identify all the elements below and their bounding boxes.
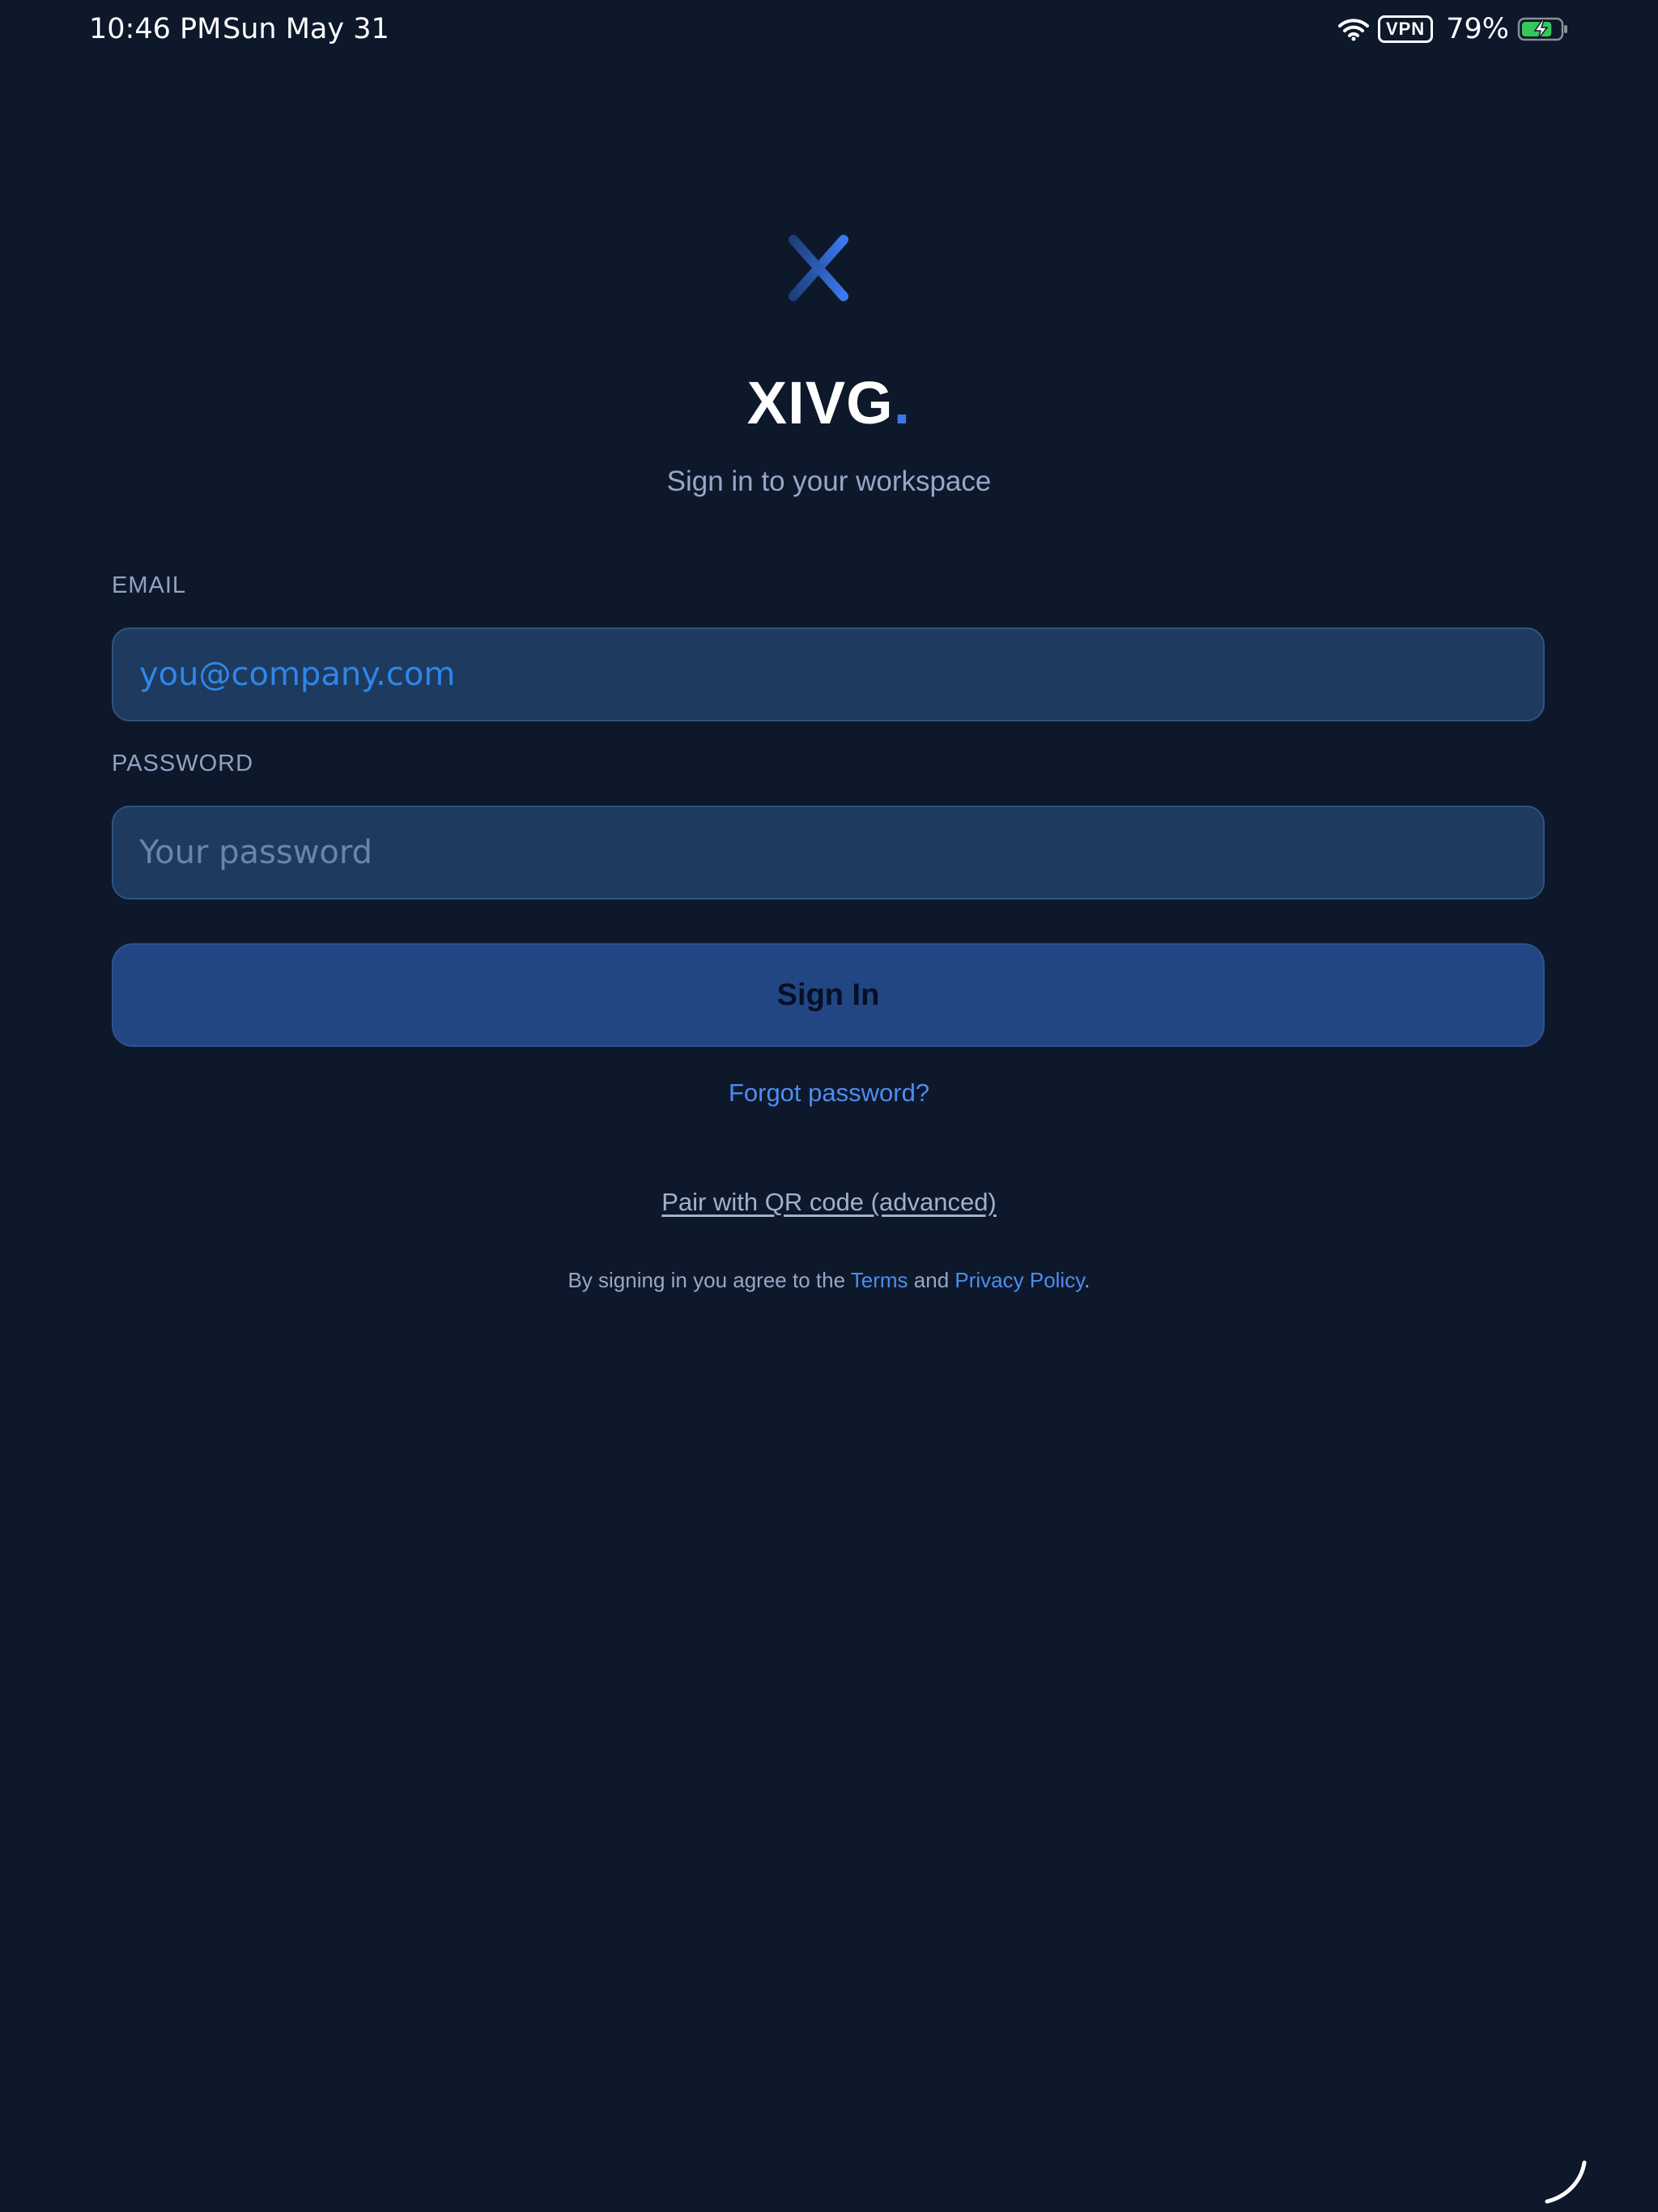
status-indicators: VPN 79%	[1337, 11, 1569, 47]
password-input[interactable]	[112, 806, 1545, 900]
vpn-badge: VPN	[1377, 15, 1434, 43]
battery-percent: 79%	[1446, 13, 1509, 45]
legal-suffix: .	[1084, 1268, 1090, 1292]
brand-dot: .	[893, 369, 912, 436]
pair-qr-link[interactable]: Pair with QR code (advanced)	[0, 1188, 1658, 1217]
legal-notice: By signing in you agree to the Terms and…	[0, 1268, 1658, 1293]
legal-prefix: By signing in you agree to the	[568, 1268, 851, 1292]
email-input[interactable]	[112, 627, 1545, 721]
forgot-password-link[interactable]: Forgot password?	[0, 1078, 1658, 1108]
brand-title: XIVG.	[0, 368, 1658, 437]
privacy-policy-link[interactable]: Privacy Policy	[954, 1268, 1084, 1292]
email-label: EMAIL	[112, 572, 187, 598]
battery-charging-icon	[1517, 17, 1567, 41]
terms-link[interactable]: Terms	[851, 1268, 908, 1292]
brand-name: XIVG	[746, 369, 894, 436]
login-screen: 10:46 PM Sun May 31 VPN 79% XIVG. Sign i…	[0, 0, 1658, 2212]
scribble-indicator-icon	[1545, 2160, 1587, 2204]
brand-logo-icon	[789, 235, 866, 301]
legal-and: and	[908, 1268, 955, 1292]
status-bar: 10:46 PM Sun May 31 VPN 79%	[0, 0, 1658, 58]
wifi-icon	[1337, 19, 1369, 41]
status-time: 10:46 PM	[89, 13, 222, 45]
password-label: PASSWORD	[112, 751, 254, 776]
status-date: Sun May 31	[223, 13, 389, 45]
sign-in-button[interactable]: Sign In	[112, 943, 1545, 1047]
page-subtitle: Sign in to your workspace	[666, 466, 992, 497]
